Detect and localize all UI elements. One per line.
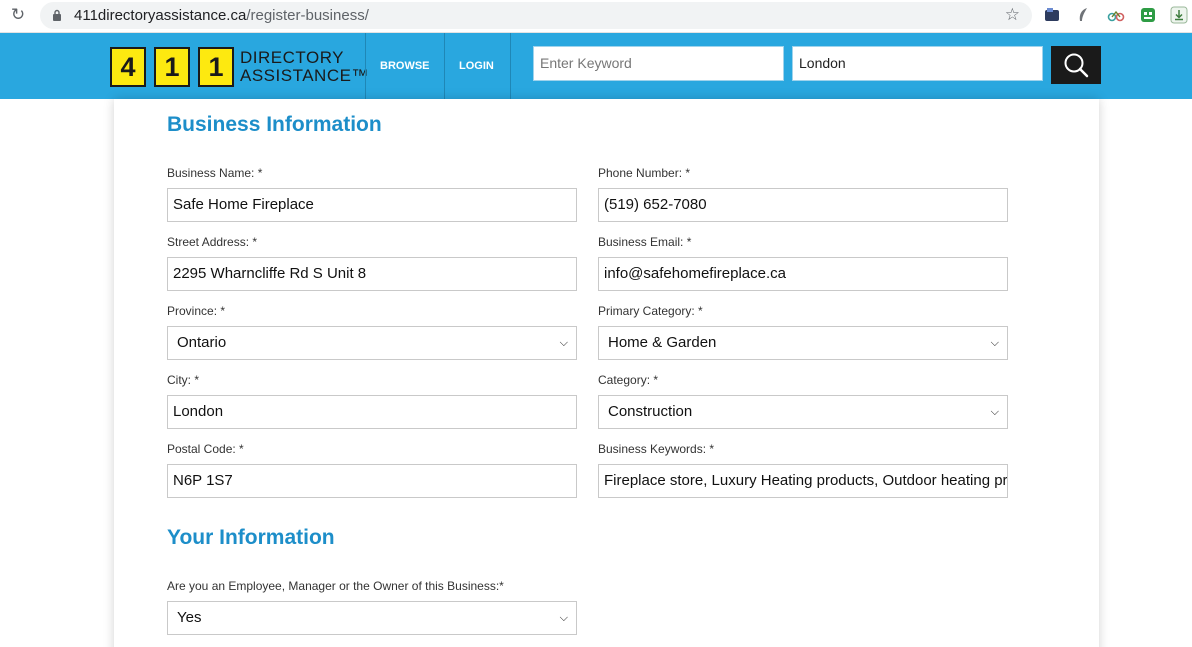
keyword-search-input[interactable]: Enter Keyword bbox=[533, 46, 784, 81]
business-keywords-label: Business Keywords: * bbox=[598, 442, 715, 456]
logo-digit: 1 bbox=[198, 47, 234, 87]
nav-divider bbox=[365, 33, 366, 99]
business-info-title: Business Information bbox=[167, 113, 382, 136]
address-bar[interactable]: 411directoryassistance.ca/register-busin… bbox=[40, 2, 1032, 29]
role-label: Are you an Employee, Manager or the Owne… bbox=[167, 579, 504, 593]
browser-toolbar: ↻ 411directoryassistance.ca/register-bus… bbox=[0, 0, 1192, 33]
phone-number-input[interactable]: (519) 652-7080 bbox=[598, 188, 1008, 222]
search-button[interactable] bbox=[1051, 46, 1101, 84]
primary-category-label: Primary Category: * bbox=[598, 304, 703, 318]
category-select[interactable]: Construction ⌵ bbox=[598, 395, 1008, 429]
category-select-value: Construction bbox=[608, 403, 693, 420]
role-select-value: Yes bbox=[177, 609, 202, 626]
province-label: Province: * bbox=[167, 304, 226, 318]
logo-digit: 4 bbox=[110, 47, 146, 87]
city-label: City: * bbox=[167, 373, 200, 387]
extension-feather-icon[interactable] bbox=[1075, 6, 1093, 24]
extension-folder-icon[interactable] bbox=[1043, 6, 1061, 24]
url-host: 411directoryassistance.ca bbox=[74, 7, 247, 24]
category-label: Category: * bbox=[598, 373, 659, 387]
role-select[interactable]: Yes ⌵ bbox=[167, 601, 577, 635]
street-address-label: Street Address: * bbox=[167, 235, 258, 249]
site-header: 4 1 1 DIRECTORY ASSISTANCE™ BROWSE LOGIN… bbox=[0, 33, 1192, 99]
street-address-input[interactable]: 2295 Wharncliffe Rd S Unit 8 bbox=[167, 257, 577, 291]
extension-robot-icon[interactable] bbox=[1139, 6, 1157, 24]
postal-code-label: Postal Code: * bbox=[167, 442, 244, 456]
business-name-label: Business Name: * bbox=[167, 166, 263, 180]
url-path: /register-business/ bbox=[246, 7, 369, 24]
province-select-value: Ontario bbox=[177, 334, 227, 351]
chevron-down-icon: ⌵ bbox=[990, 337, 999, 349]
business-email-input[interactable]: info@safehomefireplace.ca bbox=[598, 257, 1008, 291]
logo-word-assistance: ASSISTANCE™ bbox=[240, 66, 369, 85]
extension-bike-icon[interactable] bbox=[1107, 6, 1125, 24]
phone-number-label: Phone Number: * bbox=[598, 166, 691, 180]
nav-divider bbox=[510, 33, 511, 99]
chevron-down-icon: ⌵ bbox=[559, 612, 568, 624]
chevron-down-icon: ⌵ bbox=[559, 337, 568, 349]
search-icon bbox=[1064, 53, 1089, 78]
nav-browse-link[interactable]: BROWSE bbox=[380, 33, 430, 99]
bookmark-star-icon[interactable]: ☆ bbox=[1005, 5, 1020, 25]
reload-icon[interactable]: ↻ bbox=[9, 6, 27, 24]
location-input[interactable]: London bbox=[792, 46, 1043, 81]
business-keywords-input[interactable]: Fireplace store, Luxury Heating products… bbox=[598, 464, 1008, 498]
registration-form-card: Business Information Business Name: * Sa… bbox=[114, 99, 1099, 647]
postal-code-input[interactable]: N6P 1S7 bbox=[167, 464, 577, 498]
logo-word-directory: DIRECTORY bbox=[240, 48, 345, 67]
your-info-title: Your Information bbox=[167, 526, 335, 549]
lock-icon bbox=[53, 9, 61, 21]
download-icon[interactable] bbox=[1170, 6, 1188, 24]
chevron-down-icon: ⌵ bbox=[990, 406, 999, 418]
city-input[interactable]: London bbox=[167, 395, 577, 429]
nav-login-link[interactable]: LOGIN bbox=[459, 33, 494, 99]
primary-category-select-value: Home & Garden bbox=[608, 334, 717, 351]
primary-category-select[interactable]: Home & Garden ⌵ bbox=[598, 326, 1008, 360]
nav-divider bbox=[444, 33, 445, 99]
business-name-input[interactable]: Safe Home Fireplace bbox=[167, 188, 577, 222]
business-email-label: Business Email: * bbox=[598, 235, 692, 249]
logo-digit: 1 bbox=[154, 47, 190, 87]
province-select[interactable]: Ontario ⌵ bbox=[167, 326, 577, 360]
url-text: 411directoryassistance.ca/register-busin… bbox=[74, 7, 369, 24]
